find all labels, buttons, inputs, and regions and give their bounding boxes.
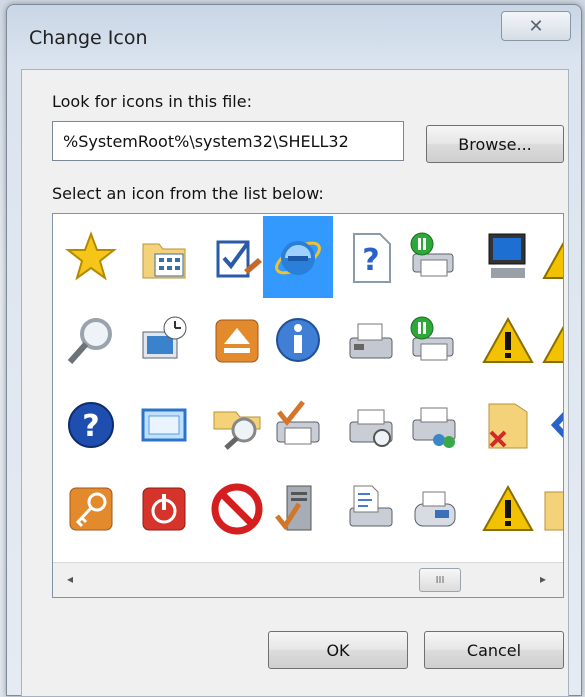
cancel-button[interactable]: Cancel xyxy=(424,631,564,669)
key-icon[interactable] xyxy=(56,468,126,550)
printer-paused-icon[interactable] xyxy=(399,300,469,382)
checklist-icon[interactable] xyxy=(202,216,272,298)
close-button[interactable]: ✕ xyxy=(501,11,571,41)
warning-icon[interactable] xyxy=(533,216,563,298)
server-check-icon[interactable] xyxy=(263,468,333,550)
internet-explorer-icon[interactable] xyxy=(263,216,333,298)
printer-network-icon[interactable] xyxy=(399,384,469,466)
scroll-thumb[interactable]: III xyxy=(419,568,461,592)
ok-button[interactable]: OK xyxy=(268,631,408,669)
svg-text:?: ? xyxy=(362,243,379,278)
search-folder-icon[interactable] xyxy=(202,384,272,466)
info-icon[interactable] xyxy=(263,300,333,382)
icon-list[interactable]: ?? ◂ III ▸ xyxy=(52,213,564,598)
magnifier-icon[interactable] xyxy=(56,300,126,382)
scroll-right-arrow[interactable]: ▸ xyxy=(540,572,546,586)
file-path-input[interactable] xyxy=(52,121,404,161)
help-icon[interactable]: ? xyxy=(56,384,126,466)
printer-paused-icon[interactable] xyxy=(399,216,469,298)
blocked-icon[interactable] xyxy=(202,468,272,550)
help-document-icon[interactable]: ? xyxy=(336,216,406,298)
close-icon: ✕ xyxy=(528,15,544,37)
change-icon-dialog: Change Icon ✕ Look for icons in this fil… xyxy=(6,4,582,697)
printer-check-icon[interactable] xyxy=(263,384,333,466)
eject-icon[interactable] xyxy=(202,300,272,382)
scroll-left-arrow[interactable]: ◂ xyxy=(67,572,73,586)
screen-icon[interactable] xyxy=(129,384,199,466)
icon-grid: ?? xyxy=(53,214,563,564)
star-icon[interactable] xyxy=(56,216,126,298)
fax-icon[interactable] xyxy=(399,468,469,550)
warning-icon[interactable] xyxy=(533,300,563,382)
folder-icon[interactable] xyxy=(533,468,563,550)
printer-document-icon[interactable] xyxy=(336,468,406,550)
arrow-icon[interactable] xyxy=(533,384,563,466)
printer-search-icon[interactable] xyxy=(336,384,406,466)
dialog-client-area: Look for icons in this file: Browse... S… xyxy=(21,69,569,697)
horizontal-scrollbar[interactable]: ◂ III ▸ xyxy=(53,562,563,597)
power-icon[interactable] xyxy=(129,468,199,550)
dialog-title: Change Icon xyxy=(29,27,148,49)
browse-button[interactable]: Browse... xyxy=(426,125,564,163)
control-panel-folder-icon[interactable] xyxy=(129,216,199,298)
fax-printer-icon[interactable] xyxy=(336,300,406,382)
svg-text:?: ? xyxy=(82,409,99,444)
look-for-label: Look for icons in this file: xyxy=(52,92,252,111)
desktop-clock-icon[interactable] xyxy=(129,300,199,382)
select-icon-label: Select an icon from the list below: xyxy=(52,184,324,203)
